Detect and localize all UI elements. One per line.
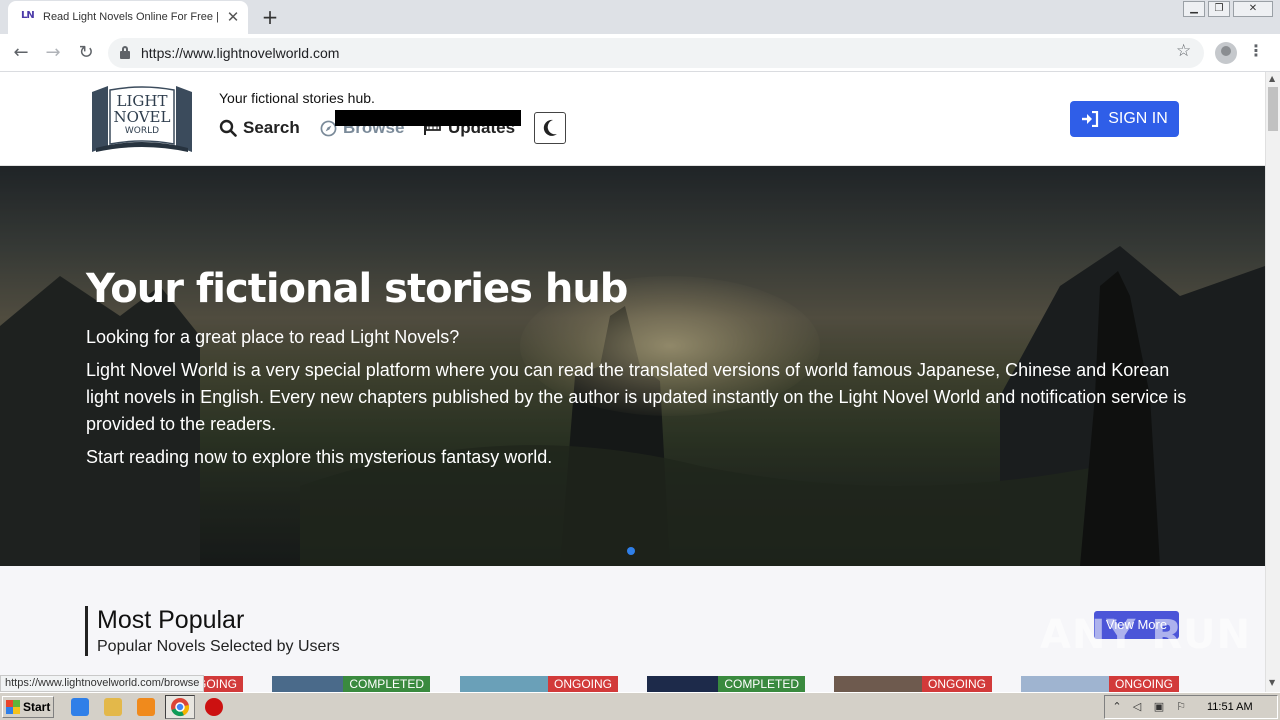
reload-icon[interactable]: ↻ (73, 40, 99, 66)
moon-icon (543, 119, 557, 136)
page-scrollbar[interactable]: ▲ ▼ (1265, 72, 1280, 692)
browser-tab-strip: LN Read Light Novels Online For Free | L… (0, 0, 1280, 34)
windows-logo-icon (6, 700, 20, 714)
address-bar[interactable]: https://www.lightnovelworld.com ☆ (108, 38, 1204, 68)
hero-paragraph-3: Start reading now to explore this myster… (86, 447, 553, 467)
forward-icon[interactable]: → (40, 40, 66, 66)
start-label: Start (23, 700, 51, 714)
media-player-icon[interactable] (137, 698, 155, 716)
status-badge: ONGOING (1108, 676, 1179, 692)
chrome-icon (171, 698, 190, 717)
svg-text:WORLD: WORLD (125, 126, 159, 136)
novel-card[interactable]: COMPLETED (647, 676, 805, 692)
status-badge: ONGOING (921, 676, 992, 692)
redaction-block (335, 110, 521, 126)
site-tagline: Your fictional stories hub. (219, 90, 375, 106)
svg-text:NOVEL: NOVEL (114, 108, 171, 126)
scroll-up-arrow-icon[interactable]: ▲ (1269, 74, 1275, 83)
volume-icon[interactable]: ◁ (1131, 701, 1143, 713)
status-badge: ONGOING (547, 676, 618, 692)
search-icon (219, 119, 237, 137)
file-explorer-icon[interactable] (104, 698, 122, 716)
windows-taskbar: Start ⌃ ◁ ▣ ⚐ 11:51 AM (0, 692, 1280, 720)
back-icon[interactable]: ← (8, 40, 34, 66)
site-logo[interactable]: LIGHT NOVEL WORLD (88, 84, 196, 154)
site-favicon-icon: LN (21, 10, 35, 21)
tray-expand-icon[interactable]: ⌃ (1111, 701, 1123, 713)
chrome-taskbar-button[interactable] (165, 695, 195, 719)
close-window-button[interactable]: ✕ (1233, 1, 1273, 17)
site-header: LIGHT NOVEL WORLD Your fictional stories… (0, 72, 1265, 166)
minimize-window-button[interactable]: ▁ (1183, 1, 1205, 17)
hero-banner: Your fictional stories hub Looking for a… (0, 166, 1265, 566)
sign-in-button[interactable]: SIGN IN (1070, 101, 1179, 137)
network-icon[interactable]: ▣ (1153, 701, 1165, 713)
novel-card[interactable]: ONGOING (460, 676, 618, 692)
hero-paragraph-1: Looking for a great place to read Light … (86, 327, 460, 347)
tab-title: Read Light Novels Online For Free | L (43, 11, 221, 23)
browser-menu-icon[interactable]: ⋮ (1248, 41, 1264, 60)
novel-card[interactable]: ONGOING (834, 676, 992, 692)
start-button[interactable]: Start (2, 696, 54, 718)
section-title: Most Popular (97, 606, 245, 634)
profile-avatar-icon[interactable] (1215, 42, 1237, 64)
dark-mode-toggle[interactable] (534, 112, 566, 144)
hero-paragraph-2: Light Novel World is a very special plat… (86, 360, 1187, 434)
system-tray: ⌃ ◁ ▣ ⚐ 11:51 AM (1104, 695, 1278, 719)
new-tab-button[interactable]: + (258, 5, 282, 29)
section-accent-bar (85, 606, 88, 656)
novel-card[interactable]: ONGOING (1021, 676, 1179, 692)
browser-toolbar: ← → ↻ https://www.lightnovelworld.com ☆ … (0, 34, 1280, 72)
hero-title: Your fictional stories hub (86, 266, 628, 312)
sign-in-label: SIGN IN (1108, 110, 1168, 127)
scroll-down-arrow-icon[interactable]: ▼ (1269, 678, 1275, 687)
status-badge: COMPLETED (718, 676, 805, 692)
link-status-bar: https://www.lightnovelworld.com/browse (0, 675, 205, 692)
novel-card[interactable]: COMPLETED (272, 676, 430, 692)
anyrun-watermark: ANY RUN (1040, 612, 1252, 658)
nav-search[interactable]: Search (219, 118, 300, 138)
address-url[interactable]: https://www.lightnovelworld.com (141, 45, 339, 61)
scrollbar-thumb[interactable] (1268, 87, 1278, 131)
nav-search-label: Search (243, 118, 300, 137)
close-tab-icon[interactable]: ✕ (224, 8, 242, 26)
action-center-flag-icon[interactable]: ⚐ (1175, 701, 1187, 713)
section-subtitle: Popular Novels Selected by Users (97, 638, 340, 655)
antivirus-icon[interactable] (205, 698, 223, 716)
carousel-dot[interactable] (627, 547, 635, 555)
restore-window-button[interactable]: ❐ (1208, 1, 1230, 17)
internet-explorer-icon[interactable] (71, 698, 89, 716)
bookmark-star-icon[interactable]: ☆ (1176, 41, 1191, 61)
sign-in-icon (1082, 111, 1099, 127)
browser-tab[interactable]: LN Read Light Novels Online For Free | L… (8, 1, 248, 34)
status-badge: COMPLETED (343, 676, 430, 692)
taskbar-clock[interactable]: 11:51 AM (1207, 701, 1253, 713)
lock-icon (120, 46, 130, 59)
